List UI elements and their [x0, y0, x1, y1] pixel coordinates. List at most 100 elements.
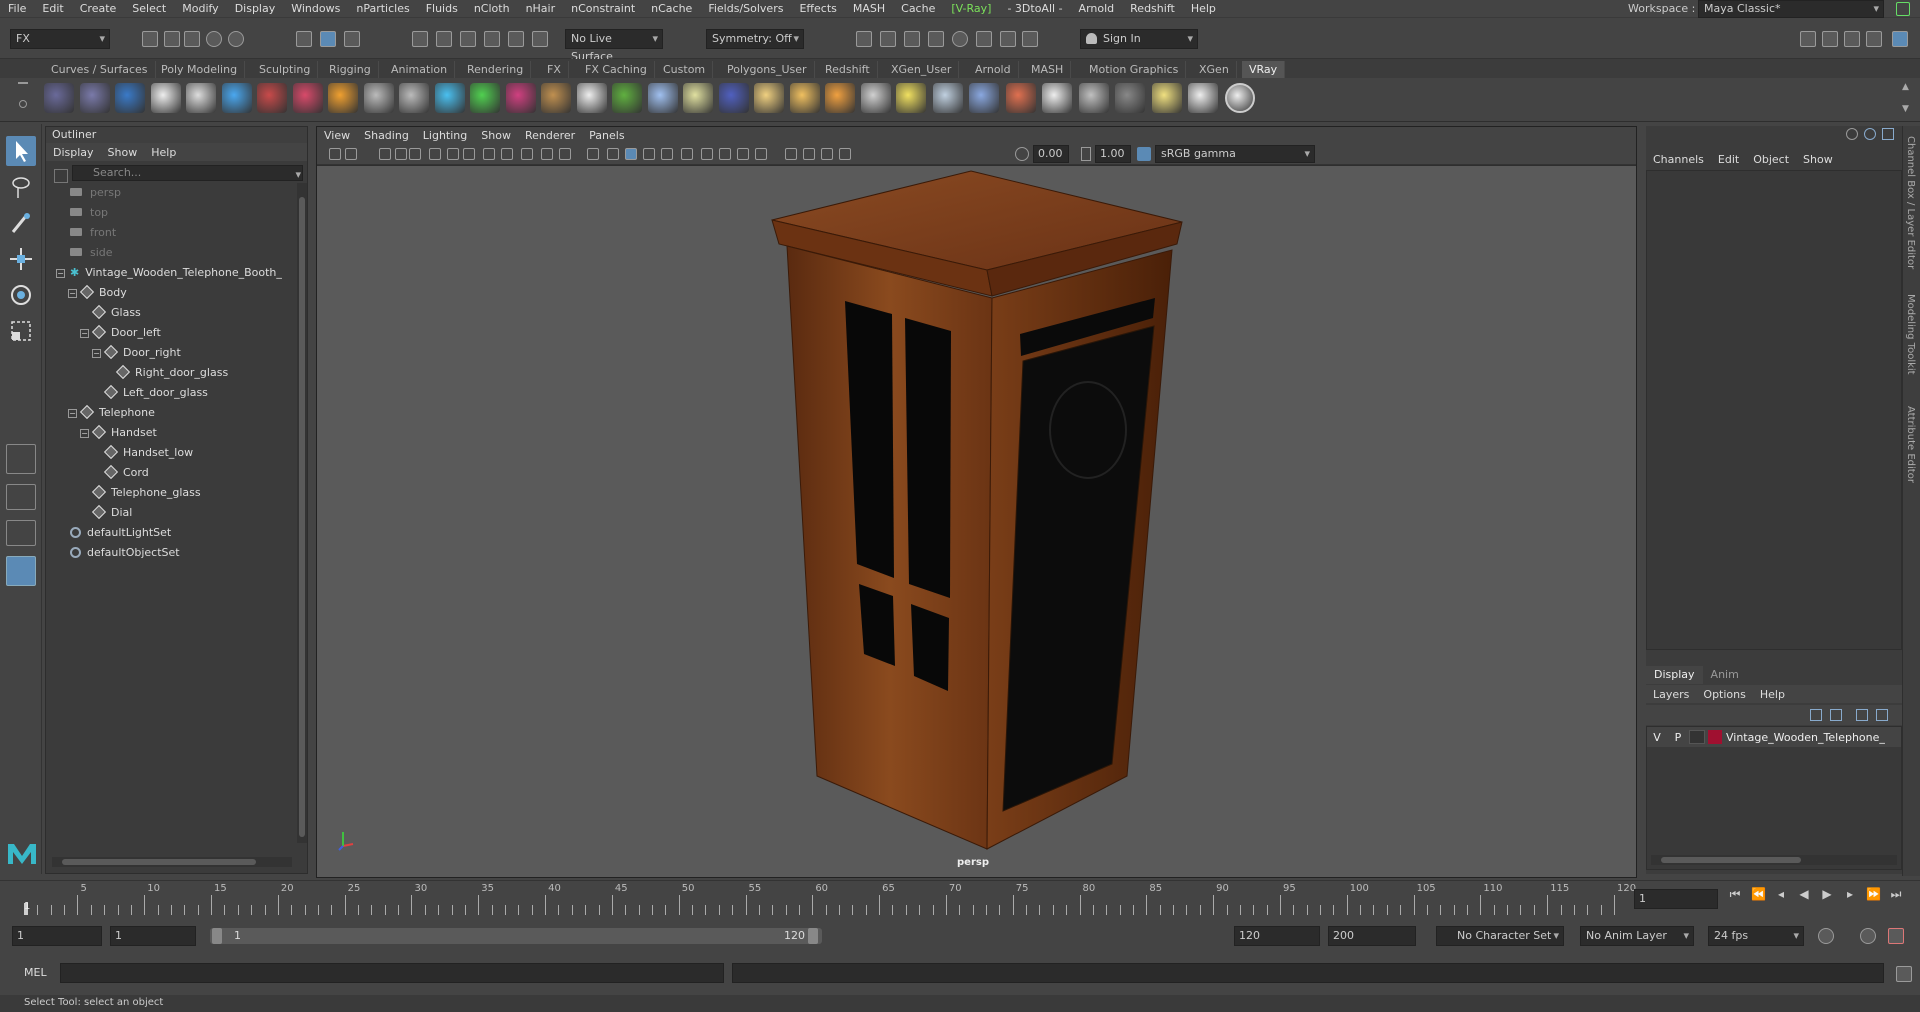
new-layer-selected-icon[interactable] [1876, 709, 1888, 721]
viewport-panel[interactable]: View Shading Lighting Show Renderer Panels 0.… [316, 126, 1637, 878]
shelf-scroll-down-icon[interactable]: ▼ [1902, 104, 1909, 114]
redo-icon[interactable] [228, 31, 244, 47]
shelf-tab-motion-graphics[interactable]: Motion Graphics [1082, 61, 1187, 78]
scale-tool-icon[interactable] [6, 316, 36, 346]
xray-joints-icon[interactable] [821, 148, 833, 160]
toggle-panels-icon[interactable] [1800, 31, 1816, 47]
anim-layer-select[interactable]: No Anim Layer [1580, 926, 1694, 946]
command-input[interactable] [60, 963, 724, 983]
outliner-item[interactable]: Cord [103, 463, 149, 483]
vray-half-dome-icon[interactable] [754, 83, 784, 113]
vray-material-icon[interactable] [1005, 83, 1036, 113]
snap-curve-icon[interactable] [436, 31, 452, 47]
shelf-scroll-up-icon[interactable]: ▲ [1902, 82, 1909, 92]
step-forward-key-icon[interactable]: ⏩ [1866, 887, 1881, 901]
channel-box-sync-icon[interactable] [1846, 128, 1858, 140]
current-frame-field[interactable]: 1 [1634, 889, 1718, 909]
shelf-tab-vray[interactable]: VRay [1242, 61, 1286, 78]
depth-of-field-icon[interactable] [755, 148, 767, 160]
outliner-item[interactable]: Door_left [91, 323, 161, 343]
menu-cache[interactable]: Cache [893, 0, 943, 18]
outliner-item[interactable]: persp [70, 183, 121, 203]
wireframe-icon[interactable] [587, 148, 599, 160]
range-slider-bar[interactable]: 1 120 [210, 928, 822, 944]
vray-sphere-icon[interactable] [221, 83, 252, 113]
auto-key-icon[interactable] [1860, 928, 1876, 944]
modeling-toolkit-icon[interactable] [1822, 31, 1838, 47]
viewport-menu-show[interactable]: Show [474, 127, 518, 145]
attribute-editor-icon[interactable] [1844, 31, 1860, 47]
vray-grid-icon[interactable] [79, 83, 110, 113]
vray-stop-icon[interactable] [1000, 31, 1016, 47]
shelf-tab-xgen[interactable]: XGen [1192, 61, 1237, 78]
render-frame-icon[interactable] [856, 31, 872, 47]
outliner-item[interactable]: Handset_low [103, 443, 193, 463]
hypershade-icon[interactable] [928, 31, 944, 47]
vray-sun-icon[interactable] [505, 83, 536, 113]
collapse-toggle[interactable]: − [80, 429, 89, 438]
layer-hscrollbar[interactable] [1651, 855, 1897, 865]
color-space-select[interactable]: sRGB gamma [1155, 145, 1315, 163]
menu-help[interactable]: Help [1183, 0, 1224, 18]
vray-globe-icon[interactable] [718, 83, 749, 113]
menu-redshift[interactable]: Redshift [1122, 0, 1183, 18]
vray-help-icon[interactable] [1224, 83, 1255, 113]
ambient-occlusion-icon[interactable] [701, 148, 713, 160]
select-component-icon[interactable] [344, 31, 360, 47]
ipr-render-icon[interactable] [880, 31, 896, 47]
tab-anim[interactable]: Anim [1703, 666, 1747, 684]
menu-nconstraint[interactable]: nConstraint [563, 0, 643, 18]
vray-proxy-icon[interactable] [399, 83, 429, 113]
viewport-menu-shading[interactable]: Shading [357, 127, 416, 145]
vray-rope-icon[interactable] [683, 83, 713, 113]
bookmarks-icon[interactable] [379, 148, 391, 160]
menu-edit[interactable]: Edit [34, 0, 71, 18]
gamma-field[interactable]: 1.00 [1095, 145, 1131, 163]
vray-particles-icon[interactable] [647, 83, 678, 113]
anti-aliasing-icon[interactable] [737, 148, 749, 160]
vray-bulb-icon[interactable] [1151, 83, 1182, 113]
vray-ies-icon[interactable] [860, 83, 891, 113]
snap-pivot-icon[interactable] [532, 31, 548, 47]
shelf-tab-fx[interactable]: FX [540, 61, 569, 78]
layer-reference-toggle[interactable] [1689, 730, 1705, 744]
tool-settings-icon[interactable] [1866, 31, 1882, 47]
film-gate-icon[interactable] [463, 148, 475, 160]
telephone-booth-model[interactable] [317, 166, 1636, 877]
outliner-item[interactable]: Dial [91, 503, 132, 523]
vray-light-icon[interactable] [257, 83, 287, 113]
resolution-gate-icon[interactable] [483, 148, 495, 160]
paint-select-tool-icon[interactable] [6, 208, 36, 238]
move-layer-down-icon[interactable] [1830, 709, 1842, 721]
vray-shader-icon[interactable] [292, 83, 323, 113]
time-ticks[interactable]: 5 10 15 20 25 30 35 40 45 50 55 60 65 70 75 80 85 90 95 100… [24, 881, 1636, 915]
safe-title-icon[interactable] [559, 148, 571, 160]
outliner-item[interactable]: Telephone [79, 403, 155, 423]
tab-attribute-editor[interactable]: Attribute Editor [1905, 406, 1916, 483]
shelf-tab-sculpting[interactable]: Sculpting [252, 61, 319, 78]
outliner-item[interactable]: Body [79, 283, 127, 303]
use-lights-icon[interactable] [661, 148, 673, 160]
vray-cube-icon[interactable] [44, 83, 74, 113]
vray-sun-light-icon[interactable] [896, 83, 926, 113]
menu-ncache[interactable]: nCache [643, 0, 700, 18]
persp-outliner-layout-icon[interactable] [6, 520, 36, 546]
isolate-select-icon[interactable] [785, 148, 797, 160]
collapse-toggle[interactable]: − [80, 329, 89, 338]
channel-box-menu-object[interactable]: Object [1746, 153, 1796, 166]
collapse-toggle[interactable]: − [92, 349, 101, 358]
open-scene-icon[interactable] [164, 31, 180, 47]
live-surface-field[interactable]: No Live Surface [565, 29, 663, 63]
menu-windows[interactable]: Windows [283, 0, 348, 18]
outliner-layout-icon[interactable] [6, 556, 36, 586]
vray-cloud-icon[interactable] [1188, 83, 1218, 113]
collapse-toggle[interactable]: − [68, 409, 77, 418]
viewport-menu-renderer[interactable]: Renderer [518, 127, 582, 145]
time-slider[interactable]: 5 10 15 20 25 30 35 40 45 50 55 60 65 70 75 80 85 90 95 100… [0, 880, 1920, 915]
vray-spot-icon[interactable] [789, 83, 820, 113]
layer-playback-toggle[interactable]: P [1667, 731, 1689, 744]
go-to-end-icon[interactable]: ⏭ [1889, 887, 1903, 901]
playback-start-field[interactable]: 1 [110, 926, 196, 946]
shelf-tab-fx-caching[interactable]: FX Caching [578, 61, 655, 78]
outliner-search-input[interactable]: Search... [72, 165, 303, 181]
